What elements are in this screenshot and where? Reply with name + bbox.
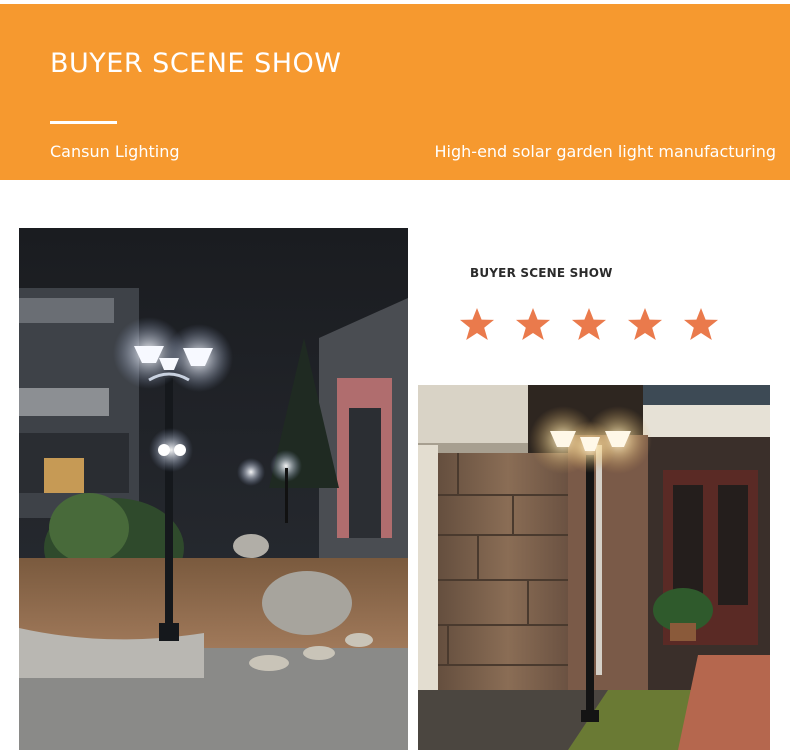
header-banner: BUYER SCENE SHOW Cansun Lighting High-en…	[0, 4, 790, 180]
star-icon	[684, 308, 718, 340]
star-icon	[516, 308, 550, 340]
rating-stars	[459, 306, 729, 342]
banner-divider	[50, 121, 117, 124]
house-entrance-illustration	[418, 385, 770, 750]
banner-title: BUYER SCENE SHOW	[50, 48, 342, 79]
brand-tagline: High-end solar garden light manufacturin…	[434, 142, 776, 161]
night-garden-illustration	[19, 228, 408, 750]
star-icon	[460, 308, 494, 340]
house-entrance-photo	[418, 385, 770, 750]
night-garden-photo	[19, 228, 408, 750]
section-subtitle: BUYER SCENE SHOW	[470, 266, 613, 280]
brand-name: Cansun Lighting	[50, 142, 180, 161]
star-icon	[572, 308, 606, 340]
star-icon	[628, 308, 662, 340]
